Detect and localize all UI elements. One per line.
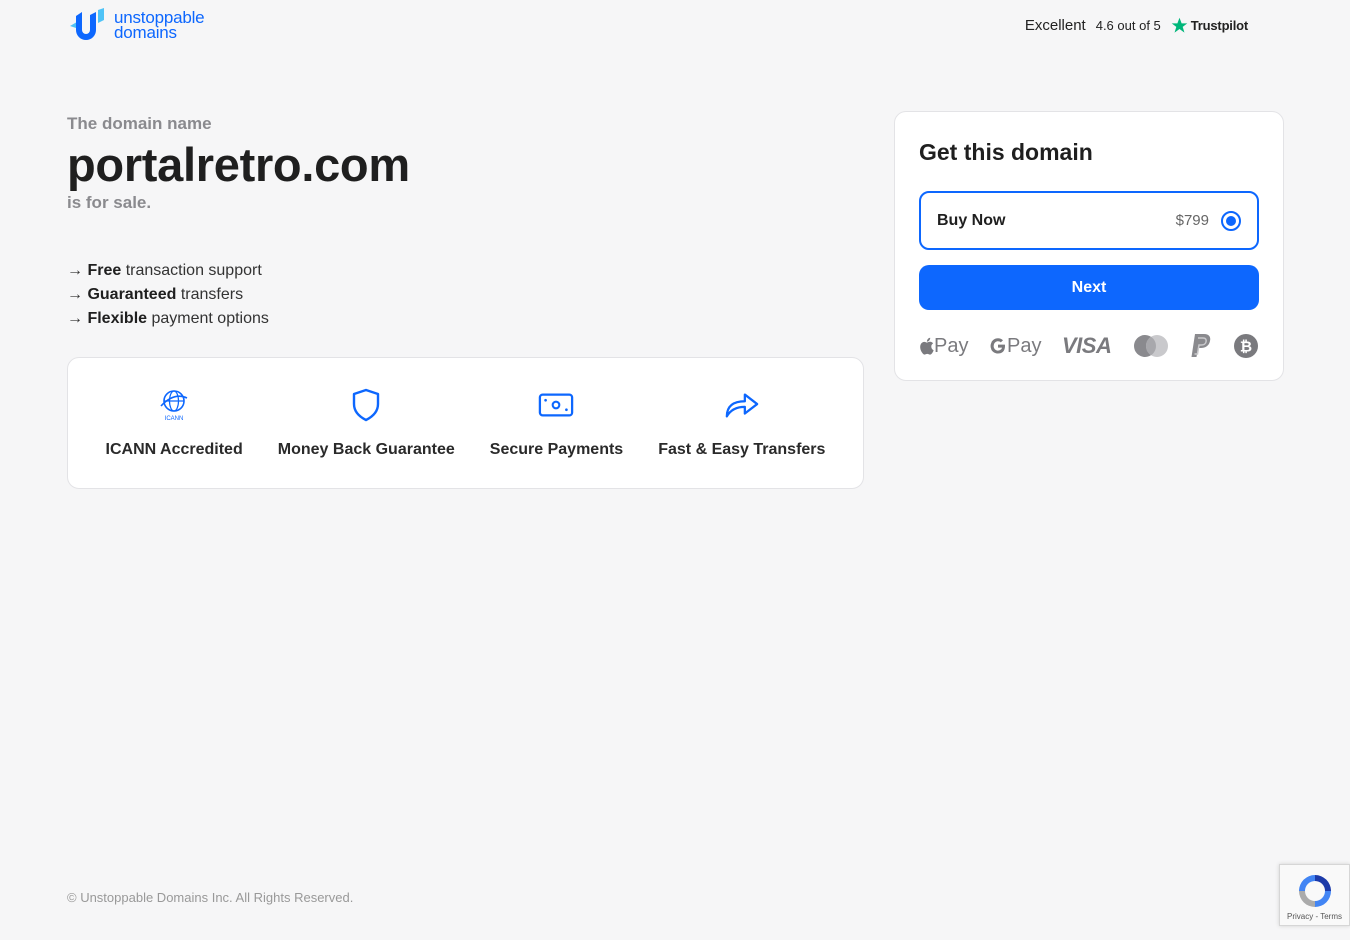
icann-globe-icon: ICANN	[160, 390, 188, 422]
brand-logo[interactable]: unstoppable domains	[68, 8, 205, 42]
mastercard-icon	[1132, 332, 1170, 360]
arrow-icon: →	[67, 261, 83, 279]
money-bill-icon	[539, 393, 574, 417]
google-pay: Pay	[989, 332, 1041, 360]
badge-label: Money Back Guarantee	[277, 441, 455, 458]
option-label: Buy Now	[937, 211, 1006, 229]
badge-label: ICANN Accredited	[105, 441, 243, 458]
feature-bold: Flexible	[87, 309, 148, 327]
visa-logo: VISA	[1062, 333, 1112, 358]
badge-secure-payments: Secure Payments	[490, 387, 623, 459]
brand-name-line2: domains	[114, 23, 177, 42]
trustpilot-brand: Trustpilot	[1171, 17, 1248, 34]
google-pay-text: Pay	[1007, 334, 1042, 357]
feature-item: → Guaranteed transfers	[67, 283, 864, 307]
badge-fast-transfers: Fast & Easy Transfers	[658, 387, 825, 459]
apple-pay: Pay	[919, 332, 968, 360]
option-price: $799	[1175, 212, 1209, 229]
paypal-icon	[1190, 332, 1212, 360]
purchase-card: Get this domain Buy Now $799 Next Pay Pa…	[894, 111, 1284, 381]
star-icon	[1171, 17, 1188, 33]
icann-icon-text: ICANN	[165, 416, 184, 422]
bitcoin-icon: ₿	[1233, 332, 1259, 360]
arrow-icon: →	[67, 309, 83, 327]
trustpilot-label: Excellent	[1024, 17, 1086, 34]
card-title: Get this domain	[919, 139, 1093, 165]
feature-text: transaction support	[121, 261, 262, 279]
recaptcha-links[interactable]: Privacy - Terms	[1287, 912, 1342, 921]
domain-sale-text: is for sale.	[67, 192, 152, 212]
trustpilot-name: Trustpilot	[1190, 18, 1248, 33]
arrow-icon: →	[67, 285, 83, 303]
feature-item: → Flexible payment options	[67, 307, 864, 331]
feature-list: → Free transaction support → Guaranteed …	[67, 259, 864, 331]
svg-text:₿: ₿	[1240, 339, 1252, 356]
footer-copyright: © Unstoppable Domains Inc. All Rights Re…	[67, 890, 354, 905]
google-g-icon	[990, 338, 1005, 354]
option-radio[interactable]	[1221, 210, 1241, 231]
domain-eyebrow: The domain name	[67, 114, 212, 133]
domain-name: portalretro.com	[67, 138, 410, 191]
badge-money-back: Money Back Guarantee	[278, 387, 455, 459]
badge-label: Secure Payments	[489, 441, 624, 458]
feature-bold: Guaranteed	[87, 285, 177, 303]
badge-icann: ICANN ICANN Accredited	[106, 387, 243, 459]
recaptcha-icon	[1298, 875, 1331, 907]
share-arrow-icon	[725, 393, 759, 418]
next-button[interactable]: Next	[919, 265, 1259, 310]
unstoppable-logo-icon	[70, 8, 104, 40]
trustpilot-widget[interactable]: Excellent 4.6 out of 5 Trustpilot	[1025, 17, 1248, 34]
shield-icon	[353, 388, 380, 422]
feature-bold: Free	[87, 261, 122, 279]
feature-item: → Free transaction support	[67, 259, 864, 283]
apple-pay-text: Pay	[934, 334, 969, 357]
feature-text: payment options	[147, 309, 269, 327]
trustpilot-rating: 4.6 out of 5	[1095, 18, 1161, 33]
buy-now-option[interactable]: Buy Now $799	[919, 191, 1259, 250]
recaptcha-badge[interactable]: Privacy - Terms	[1279, 864, 1350, 926]
trust-badges: ICANN ICANN Accredited Money Back Guaran…	[67, 357, 864, 489]
feature-text: transfers	[176, 285, 244, 303]
payment-methods: Pay Pay VISA ₿	[919, 332, 1259, 360]
domain-info: The domain name portalretro.com is for s…	[67, 114, 864, 489]
badge-label: Fast & Easy Transfers	[658, 441, 826, 458]
apple-icon	[920, 337, 934, 355]
